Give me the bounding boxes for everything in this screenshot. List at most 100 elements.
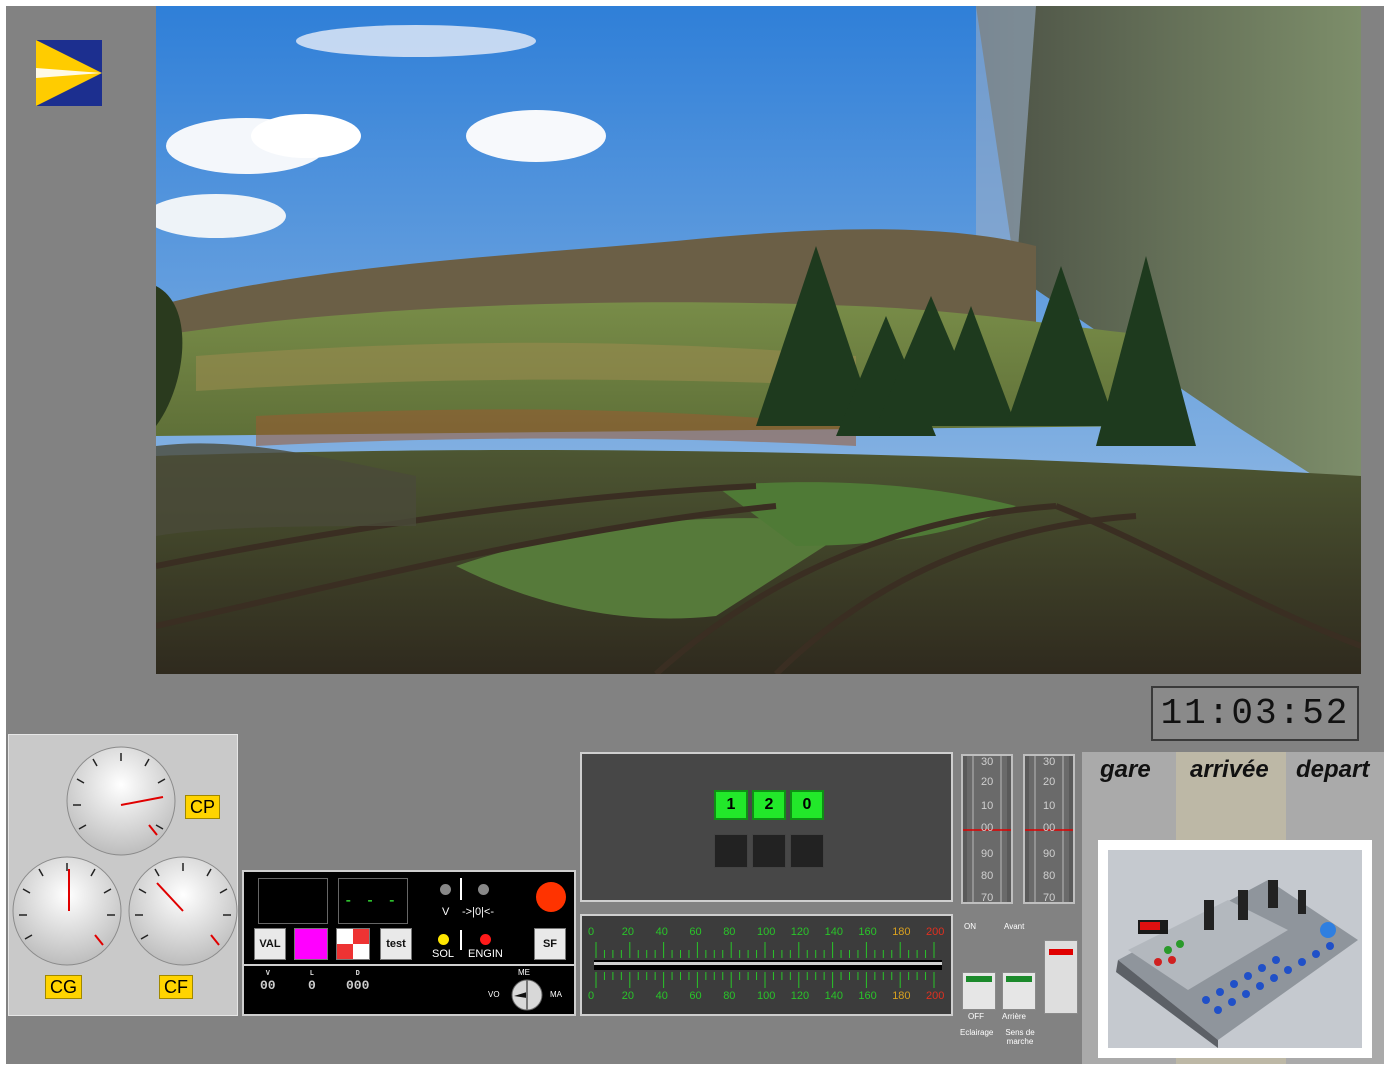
selector-label-ma: MA <box>550 990 562 999</box>
press-left-10: 10 <box>981 800 994 812</box>
indicator-light-yellow <box>438 934 449 945</box>
kvb-readouts: V 00 L0 D 000 ME VO MA <box>244 964 574 1014</box>
scale-label-bottom: 100 <box>757 990 776 1002</box>
pressure-indicator-right: 30 20 10 00 90 80 70 <box>1023 754 1075 904</box>
selector-label-vo: VO <box>488 990 500 999</box>
magenta-button[interactable] <box>294 928 328 960</box>
press-left-30: 30 <box>981 756 994 768</box>
label-sol: SOL <box>432 948 455 960</box>
press-right-10: 10 <box>1043 800 1056 812</box>
kvb-control-panel: - - - V ->|0|<- VAL test SOL ENGIN SF V0… <box>242 870 576 1016</box>
indicator-light-red <box>480 934 491 945</box>
gauge-label-cf: CF <box>159 975 193 999</box>
press-right-90: 90 <box>1043 848 1056 860</box>
indicator-bar-2 <box>460 930 462 950</box>
label-v: V <box>442 906 450 918</box>
scale-label-bottom: 140 <box>824 990 843 1002</box>
switch-label-on: ON <box>964 922 976 931</box>
press-left-90: 90 <box>981 848 994 860</box>
direction-switch[interactable] <box>1002 972 1036 1010</box>
val-button[interactable]: VAL <box>254 928 286 960</box>
switch-label-sens: Sens de marche <box>1005 1028 1035 1046</box>
header-gare[interactable]: gare <box>1100 756 1151 784</box>
scale-label-bottom: 120 <box>790 990 810 1002</box>
scale-label-top: 80 <box>723 926 736 938</box>
scale-label-top: 40 <box>655 926 668 938</box>
scale-label-top: 200 <box>926 926 945 938</box>
scale-label-top: 60 <box>689 926 702 938</box>
scale-label-bottom: 160 <box>858 990 877 1002</box>
scale-label-bottom: 0 <box>588 990 595 1002</box>
scale-label-top: 140 <box>824 926 843 938</box>
clock-display: 11:03:52 <box>1151 686 1359 741</box>
kvb-screen-right: - - - <box>338 878 408 924</box>
gauge-cp <box>66 746 176 856</box>
press-right-80: 80 <box>1043 870 1056 882</box>
speed-digit-3[interactable]: 0 <box>790 790 824 820</box>
pressure-indicator-left: 30 20 10 00 90 80 70 <box>961 754 1013 904</box>
press-right-30: 30 <box>1043 756 1056 768</box>
header-depart[interactable]: depart <box>1296 756 1369 784</box>
speed-digit-slot-3 <box>790 834 824 868</box>
logo-icon <box>36 40 102 106</box>
switch-label-avant: Avant <box>1004 922 1025 931</box>
sf-button[interactable]: SF <box>534 928 566 960</box>
scale-label-bottom: 180 <box>892 990 911 1002</box>
speed-digit-slot-1 <box>714 834 748 868</box>
scale-label-bottom: 80 <box>723 990 736 1002</box>
direction-selector-knob[interactable] <box>510 978 544 1012</box>
readout-l: L0 <box>308 970 316 993</box>
switch-label-arriere: Arrière <box>1002 1012 1027 1021</box>
press-left-20: 20 <box>981 776 994 788</box>
lighting-switch[interactable] <box>962 972 996 1010</box>
indicator-light-gray-2 <box>478 884 489 895</box>
scale-label-top: 180 <box>892 926 911 938</box>
scale-label-bottom: 60 <box>689 990 702 1002</box>
control-desk-photo <box>1098 840 1372 1058</box>
press-right-70: 70 <box>1043 892 1056 904</box>
indicator-bar-1 <box>460 878 462 900</box>
press-left-70: 70 <box>981 892 994 904</box>
selector-label-me: ME <box>518 968 530 977</box>
label-engin: ENGIN <box>468 948 503 960</box>
throttle-slider-marker <box>1049 949 1073 955</box>
readout-v: V 00 <box>260 970 276 993</box>
scale-label-top: 20 <box>621 926 635 938</box>
press-right-00: 00 <box>1043 822 1056 834</box>
checker-button[interactable] <box>336 928 370 960</box>
gauge-label-cp: CP <box>185 795 221 819</box>
scale-label-top: 160 <box>858 926 877 938</box>
scale-label-bottom: 200 <box>926 990 945 1002</box>
header-arrivee[interactable]: arrivée <box>1190 756 1269 784</box>
press-left-00: 00 <box>981 822 994 834</box>
alarm-light[interactable] <box>536 882 566 912</box>
gauge-cf <box>128 856 238 966</box>
speed-digit-2[interactable]: 2 <box>752 790 786 820</box>
test-button[interactable]: test <box>380 928 412 960</box>
switch-label-off: OFF <box>968 1012 984 1021</box>
pressure-gauges-panel: CP CG CF <box>8 734 238 1016</box>
scale-label-top: 0 <box>588 926 595 938</box>
indicator-light-gray-1 <box>440 884 451 895</box>
readout-d: D 000 <box>346 970 370 993</box>
switches-panel: ON Avant OFF Arrière Eclairage Sens de m… <box>958 916 1082 1064</box>
simulator-window: 11:03:52 CP CG CF - - - V ->|0|<- VAL te… <box>6 6 1384 1064</box>
scale-label-bottom: 40 <box>655 990 668 1002</box>
speed-digit-slot-2 <box>752 834 786 868</box>
station-panel: gare arrivée depart <box>1082 752 1384 1064</box>
scale-label-bottom: 20 <box>621 990 635 1002</box>
speed-setpoint-panel: 1 2 0 <box>580 752 953 902</box>
press-right-20: 20 <box>1043 776 1056 788</box>
throttle-slider[interactable] <box>1044 940 1078 1014</box>
speed-scale-panel: 0 0 20 20 40 40 60 60 80 80 100 100 120 120 140 140 160 1… <box>580 914 953 1016</box>
switch-label-eclairage: Eclairage <box>960 1028 994 1037</box>
gauge-label-cg: CG <box>45 975 82 999</box>
gauge-cg <box>12 856 122 966</box>
press-left-80: 80 <box>981 870 994 882</box>
speed-digit-1[interactable]: 1 <box>714 790 748 820</box>
label-arrows: ->|0|<- <box>462 906 495 918</box>
scale-label-top: 100 <box>757 926 776 938</box>
scale-label-top: 120 <box>790 926 810 938</box>
cab-camera-view <box>156 6 1361 674</box>
kvb-screen-left <box>258 878 328 924</box>
